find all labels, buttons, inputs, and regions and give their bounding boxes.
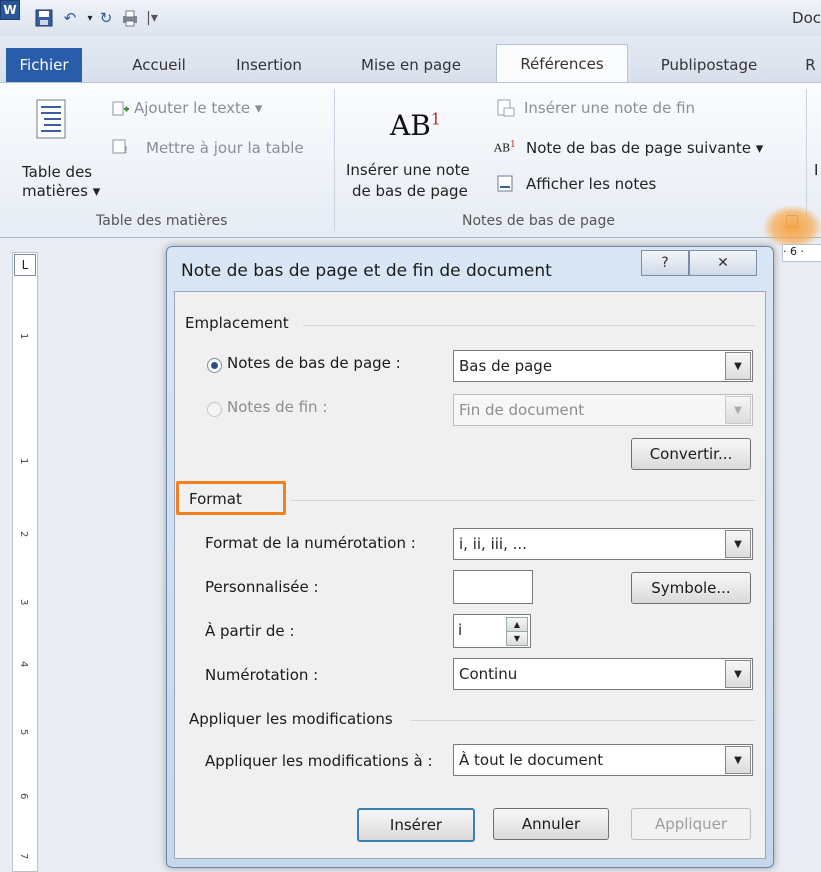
footnotes-position-select[interactable]: Bas de page ▼ [453,350,753,382]
svg-text:!: ! [124,145,128,155]
dialog-title: Note de bas de page et de fin de documen… [181,261,552,281]
numbering-value: Continu [459,665,518,683]
section-placement: Emplacement [185,314,289,332]
tab-references[interactable]: Références [496,44,628,83]
insert-footnote-label-line1[interactable]: Insérer une note [346,161,470,179]
insert-endnote-icon [496,99,516,117]
symbol-button[interactable]: Symbole... [631,572,751,604]
add-text-button[interactable]: Ajouter le texte ▾ [134,99,262,117]
toc-button-label-line2[interactable]: matières ▾ [22,182,100,200]
ruler-mark: 2 [18,531,29,538]
ribbon-tabs: Fichier Accueil Insertion Mise en page R… [0,36,821,83]
endnotes-label[interactable]: Notes de fin : [227,398,327,416]
cancel-button[interactable]: Annuler [493,808,609,840]
tab-file[interactable]: Fichier [6,48,82,82]
customize-toolbar-icon[interactable]: |▾ [142,8,162,28]
footnotes-label[interactable]: Notes de bas de page : [227,354,401,372]
dialog-content: Emplacement Notes de bas de page : Bas d… [174,291,766,859]
ruler-mark: 4 [18,661,29,668]
convert-button[interactable]: Convertir... [631,438,751,470]
ruler-mark: 6 [18,793,29,800]
tab-mailings[interactable]: Publipostage [644,48,774,82]
highlight-blob [764,206,821,248]
undo-icon[interactable]: ↶ [60,8,80,28]
word-app-icon[interactable]: W [0,0,20,20]
apply-to-label: Appliquer les modifications à : [205,752,433,770]
vertical-ruler: 1 1 2 3 4 5 6 7 [12,252,38,872]
ribbon-references: Table des matières ▾ Ajouter le texte ▾ … [0,82,821,238]
custom-mark-input[interactable] [453,570,533,604]
insert-footnote-label-line2[interactable]: de bas de page [352,182,468,200]
section-divider [291,500,755,501]
partial-group-label: I [814,161,819,179]
insert-endnote-button[interactable]: Insérer une note de fin [524,99,695,117]
add-text-icon [112,101,130,117]
numbering-format-label: Format de la numérotation : [205,534,416,552]
spin-down-icon[interactable]: ▼ [506,631,528,646]
save-icon[interactable] [34,8,54,28]
chevron-down-icon[interactable]: ▼ [725,530,751,558]
tab-home[interactable]: Accueil [118,48,200,82]
chevron-down-icon[interactable]: ▼ [725,396,751,424]
start-at-value: i [458,621,463,639]
close-button[interactable]: ✕ [689,250,757,276]
table-of-contents-icon[interactable] [36,99,66,143]
next-footnote-icon: AB1 [494,139,516,155]
chevron-down-icon[interactable]: ▼ [725,660,751,688]
numbering-format-select[interactable]: i, ii, iii, ... ▼ [453,528,753,560]
update-table-button[interactable]: Mettre à jour la table [146,139,304,157]
custom-mark-label: Personnalisée : [205,578,319,596]
apply-button[interactable]: Appliquer [631,808,751,840]
update-table-icon: ! [112,139,130,156]
insert-button[interactable]: Insérer [357,808,475,842]
group-label-footnotes: Notes de bas de page [462,213,615,229]
help-button[interactable]: ? [641,250,689,276]
print-icon[interactable] [120,8,140,28]
chevron-down-icon[interactable]: ▼ [725,746,751,774]
footnote-dialog: Note de bas de page et de fin de documen… [166,246,774,868]
start-at-stepper[interactable]: i ▲ ▼ [453,614,531,648]
endnotes-radio[interactable] [207,402,222,417]
redo-icon[interactable]: ↻ [96,8,116,28]
section-apply-changes: Appliquer les modifications [189,710,393,728]
endnotes-position-select[interactable]: Fin de document ▼ [453,394,753,426]
numbering-format-value: i, ii, iii, ... [459,535,527,553]
horizontal-ruler: · 6 · [782,244,821,262]
tab-page-layout[interactable]: Mise en page [346,48,476,82]
next-footnote-button[interactable]: Note de bas de page suivante ▾ [526,139,763,157]
footnotes-radio[interactable] [207,358,222,373]
show-notes-icon [496,175,516,193]
ruler-mark: 5 [18,729,29,736]
document-title: Doc [792,9,821,27]
apply-to-value: À tout le document [459,751,604,769]
ruler-mark: 1 [18,333,29,340]
show-notes-button[interactable]: Afficher les notes [526,175,656,193]
section-divider [303,325,755,326]
tab-selector[interactable]: L [14,254,36,276]
apply-to-select[interactable]: À tout le document ▼ [453,744,753,776]
numbering-select[interactable]: Continu ▼ [453,658,753,690]
footnotes-position-value: Bas de page [459,357,553,375]
ruler-mark: 3 [18,599,29,606]
group-separator [334,89,335,231]
endnotes-position-value: Fin de document [459,401,585,419]
format-highlight-box [176,481,286,515]
chevron-down-icon[interactable]: ▼ [725,352,751,380]
ruler-mark: 7 [18,853,29,860]
tab-review-partial[interactable]: R [800,48,821,82]
quick-access-toolbar: W ↶ ▾ ↻ |▾ Doc [0,0,821,36]
group-label-toc: Table des matières [96,213,228,229]
ruler-mark: 1 [18,458,29,465]
section-divider [411,720,755,721]
toc-button-label-line1[interactable]: Table des [22,163,92,181]
numbering-label: Numérotation : [205,666,319,684]
spin-up-icon[interactable]: ▲ [506,617,528,632]
tab-insert[interactable]: Insertion [222,48,316,82]
insert-footnote-icon[interactable]: AB1 [390,109,441,142]
start-at-label: À partir de : [205,622,295,640]
